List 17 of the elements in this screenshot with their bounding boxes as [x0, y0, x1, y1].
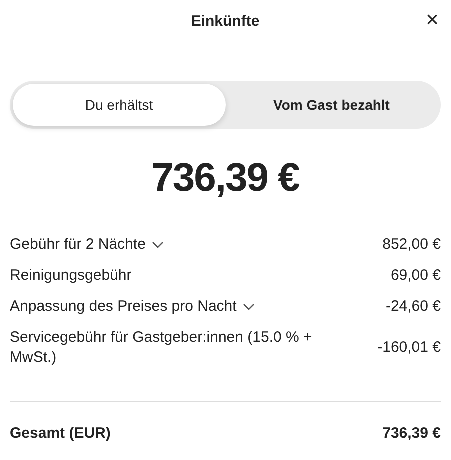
chevron-down-icon[interactable] — [242, 303, 255, 311]
tab[interactable]: Du erhältst — [13, 84, 226, 126]
line-item-value: -24,60 € — [386, 297, 441, 317]
line-item-label: Servicegebühr für Gastgeber:innen (15.0 % + MwSt.) — [10, 328, 314, 368]
tab[interactable]: Vom Gast bezahlt — [226, 84, 438, 126]
line-item-value: -160,01 € — [378, 338, 441, 358]
total-label: Gesamt (EUR) — [10, 424, 111, 444]
total-value: 736,39 € — [382, 424, 441, 444]
line-item-value: 69,00 € — [390, 266, 441, 286]
line-item-label: Reinigungsgebühr — [10, 266, 132, 286]
payout-amount: 736,39 € — [150, 155, 301, 202]
line-item-label: Gebühr für 2 Nächte — [10, 235, 146, 255]
chevron-down-icon[interactable] — [152, 241, 164, 249]
close-button[interactable]: × — [424, 8, 441, 32]
line-item-value: 852,00 € — [382, 235, 441, 255]
dialog-title: Einkünfte — [191, 12, 260, 30]
line-item-label: Anpassung des Preises pro Nacht — [10, 297, 237, 317]
